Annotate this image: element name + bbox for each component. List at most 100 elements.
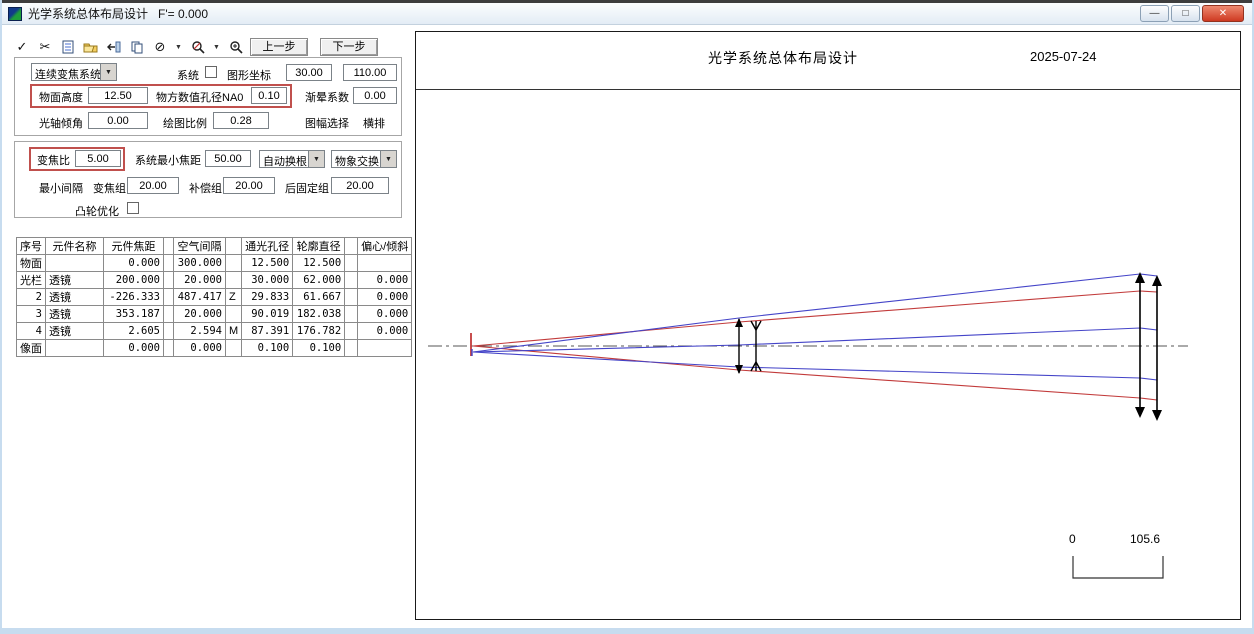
table-cell[interactable]: 0.000 [358, 323, 412, 340]
maximize-button[interactable]: □ [1171, 5, 1200, 22]
table-cell[interactable] [164, 289, 174, 306]
rear-group-field[interactable] [331, 177, 389, 194]
table-cell[interactable] [46, 255, 104, 272]
table-cell[interactable]: 12.500 [242, 255, 293, 272]
table-cell[interactable] [164, 323, 174, 340]
table-cell[interactable]: 61.667 [293, 289, 345, 306]
table-cell[interactable]: 29.833 [242, 289, 293, 306]
table-cell[interactable]: 20.000 [174, 272, 226, 289]
system-type-select[interactable]: 连续变焦系统 ▼ [31, 63, 117, 81]
zoom-icon[interactable] [190, 39, 206, 55]
table-cell[interactable]: 87.391 [242, 323, 293, 340]
vignetting-field[interactable] [353, 87, 397, 104]
notes-icon[interactable] [60, 39, 76, 55]
table-cell[interactable]: 200.000 [104, 272, 164, 289]
table-cell[interactable] [226, 255, 242, 272]
cut-icon[interactable]: ✂ [37, 39, 53, 55]
zoom-in-icon[interactable] [228, 39, 244, 55]
table-cell[interactable]: M [226, 323, 242, 340]
client-area: ✓ ✂ ⊘ ▼ ▼ ▼ 上一步 下一步 [2, 25, 1252, 628]
system-checkbox[interactable] [205, 66, 217, 78]
table-cell[interactable]: 0.000 [174, 340, 226, 357]
table-cell[interactable]: 176.782 [293, 323, 345, 340]
table-cell[interactable] [345, 272, 358, 289]
table-cell[interactable] [226, 272, 242, 289]
draw-scale-field[interactable] [213, 112, 269, 129]
table-cell[interactable]: 0.000 [358, 306, 412, 323]
table-cell[interactable]: 2 [17, 289, 46, 306]
table-cell[interactable]: 2.605 [104, 323, 164, 340]
axis-tilt-field[interactable] [88, 112, 148, 129]
zoom-group-field[interactable] [127, 177, 179, 194]
zoom-dropdown-caret[interactable]: ▼ [213, 44, 221, 51]
pen-off-icon[interactable]: ⊘ [152, 39, 168, 55]
cam-optimize-checkbox[interactable] [127, 202, 139, 214]
table-cell[interactable]: 0.000 [358, 289, 412, 306]
obj-img-swap-select[interactable]: 物象交换 ▼ [331, 150, 397, 168]
table-cell[interactable]: 90.019 [242, 306, 293, 323]
table-cell[interactable]: 0.000 [104, 340, 164, 357]
table-cell[interactable]: 12.500 [293, 255, 345, 272]
pen-off-dropdown-caret[interactable]: ▼ [175, 44, 183, 51]
table-cell[interactable] [226, 306, 242, 323]
table-cell[interactable]: 30.000 [242, 272, 293, 289]
graph-x-field[interactable] [286, 64, 332, 81]
table-cell[interactable]: 0.100 [242, 340, 293, 357]
next-step-button[interactable]: 下一步 [320, 38, 378, 56]
titlebar[interactable]: 光学系统总体布局设计 F'= 0.000 — □ ✕ [2, 3, 1252, 25]
table-cell[interactable]: -226.333 [104, 289, 164, 306]
table-cell[interactable]: 透镜 [46, 272, 104, 289]
table-cell[interactable]: 透镜 [46, 323, 104, 340]
table-cell[interactable]: 物面 [17, 255, 46, 272]
table-cell[interactable]: 487.417 [174, 289, 226, 306]
table-cell[interactable]: 2.594 [174, 323, 226, 340]
table-cell[interactable]: 透镜 [46, 289, 104, 306]
table-cell[interactable]: 3 [17, 306, 46, 323]
table-cell[interactable]: 透镜 [46, 306, 104, 323]
table-cell[interactable]: 0.000 [104, 255, 164, 272]
table-cell[interactable]: Z [226, 289, 242, 306]
table-cell[interactable]: 300.000 [174, 255, 226, 272]
na0-field[interactable] [251, 87, 287, 104]
table-cell[interactable]: 光栏 [17, 272, 46, 289]
copy-icon[interactable] [129, 39, 145, 55]
import-icon[interactable] [106, 39, 122, 55]
table-cell[interactable]: 0.100 [293, 340, 345, 357]
table-cell[interactable] [46, 340, 104, 357]
table-cell[interactable]: 353.187 [104, 306, 164, 323]
table-cell[interactable] [345, 306, 358, 323]
chevron-down-icon[interactable]: ▼ [380, 151, 396, 167]
close-button[interactable]: ✕ [1202, 5, 1244, 22]
table-cell[interactable] [164, 255, 174, 272]
table-cell[interactable]: 62.000 [293, 272, 345, 289]
table-cell[interactable] [345, 289, 358, 306]
chevron-down-icon[interactable]: ▼ [100, 64, 116, 80]
minimize-button[interactable]: — [1140, 5, 1169, 22]
table-cell[interactable]: 4 [17, 323, 46, 340]
table-cell[interactable]: 像面 [17, 340, 46, 357]
graph-y-field[interactable] [343, 64, 397, 81]
comp-group-field[interactable] [223, 177, 275, 194]
min-focal-label: 系统最小焦距 [135, 152, 201, 168]
min-focal-field[interactable] [205, 150, 251, 167]
table-cell[interactable] [345, 255, 358, 272]
object-height-field[interactable] [88, 87, 148, 104]
frame-orientation-value[interactable]: 横排 [363, 115, 385, 131]
table-cell[interactable] [358, 255, 412, 272]
table-cell[interactable]: 20.000 [174, 306, 226, 323]
table-cell[interactable] [358, 340, 412, 357]
table-cell[interactable] [164, 340, 174, 357]
table-cell[interactable] [164, 306, 174, 323]
confirm-check-icon[interactable]: ✓ [14, 39, 30, 55]
auto-switch-select[interactable]: 自动换根 ▼ [259, 150, 325, 168]
table-cell[interactable]: 0.000 [358, 272, 412, 289]
table-cell[interactable]: 182.038 [293, 306, 345, 323]
prev-step-button[interactable]: 上一步 [250, 38, 308, 56]
open-folder-icon[interactable] [83, 39, 99, 55]
table-cell[interactable] [345, 340, 358, 357]
table-cell[interactable] [226, 340, 242, 357]
chevron-down-icon[interactable]: ▼ [308, 151, 324, 167]
zoom-ratio-field[interactable] [75, 150, 121, 167]
table-cell[interactable] [164, 272, 174, 289]
table-cell[interactable] [345, 323, 358, 340]
